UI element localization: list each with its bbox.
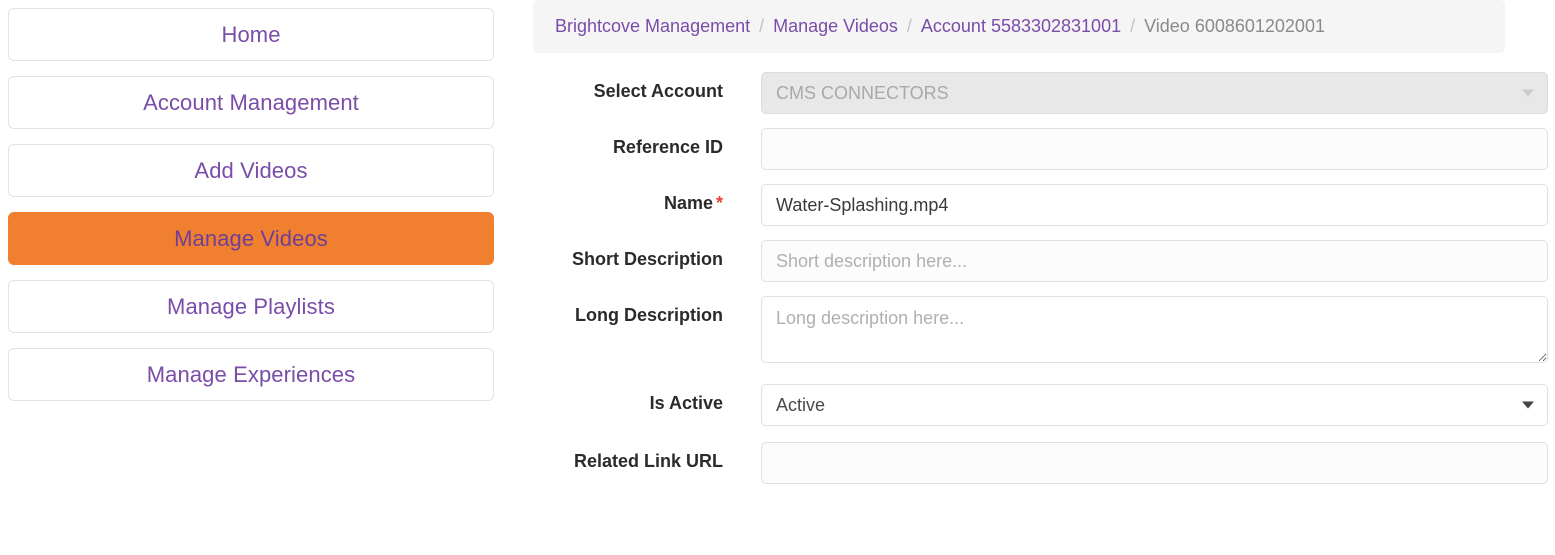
- sidebar-item-manage-videos[interactable]: Manage Videos: [8, 212, 494, 265]
- short-description-control: [761, 240, 1548, 282]
- reference-id-input[interactable]: [761, 128, 1548, 170]
- sidebar-item-label: Home: [221, 22, 280, 48]
- is-active-value: Active: [776, 395, 825, 416]
- form-row-name: Name*: [533, 184, 1548, 226]
- is-active-label: Is Active: [533, 384, 761, 415]
- name-label: Name*: [533, 184, 761, 215]
- breadcrumb-item-manage-videos[interactable]: Manage Videos: [773, 16, 898, 37]
- chevron-down-icon[interactable]: [1522, 402, 1534, 409]
- sidebar-item-label: Manage Videos: [174, 226, 328, 252]
- select-account-dropdown: CMS CONNECTORS: [761, 72, 1548, 114]
- select-account-label: Select Account: [533, 72, 761, 103]
- name-control: [761, 184, 1548, 226]
- related-link-url-label: Related Link URL: [533, 442, 761, 473]
- sidebar-item-label: Account Management: [143, 90, 359, 116]
- breadcrumb: Brightcove Management / Manage Videos / …: [533, 0, 1505, 53]
- chevron-down-icon: [1522, 90, 1534, 97]
- select-account-value: CMS CONNECTORS: [776, 83, 949, 104]
- breadcrumb-item-account[interactable]: Account 5583302831001: [921, 16, 1121, 37]
- form-row-reference-id: Reference ID: [533, 128, 1548, 170]
- form-row-long-description: Long Description: [533, 296, 1548, 368]
- name-input[interactable]: [761, 184, 1548, 226]
- breadcrumb-item-brightcove-management[interactable]: Brightcove Management: [555, 16, 750, 37]
- sidebar-item-manage-experiences[interactable]: Manage Experiences: [8, 348, 494, 401]
- app-page: Home Account Management Add Videos Manag…: [0, 0, 1555, 555]
- form-row-select-account: Select Account CMS CONNECTORS: [533, 72, 1548, 114]
- breadcrumb-item-video-current: Video 6008601202001: [1144, 16, 1325, 37]
- reference-id-control: [761, 128, 1548, 170]
- required-asterisk: *: [716, 193, 723, 213]
- breadcrumb-separator: /: [759, 16, 764, 37]
- video-edit-form: Select Account CMS CONNECTORS Reference …: [533, 72, 1548, 498]
- reference-id-label: Reference ID: [533, 128, 761, 159]
- sidebar-item-account-management[interactable]: Account Management: [8, 76, 494, 129]
- sidebar-item-home[interactable]: Home: [8, 8, 494, 61]
- related-link-url-input[interactable]: [761, 442, 1548, 484]
- short-description-label: Short Description: [533, 240, 761, 271]
- sidebar-item-label: Add Videos: [194, 158, 307, 184]
- breadcrumb-separator: /: [1130, 16, 1135, 37]
- short-description-input[interactable]: [761, 240, 1548, 282]
- form-row-is-active: Is Active Active: [533, 384, 1548, 426]
- form-row-related-link-url: Related Link URL: [533, 442, 1548, 484]
- breadcrumb-separator: /: [907, 16, 912, 37]
- select-account-control: CMS CONNECTORS: [761, 72, 1548, 114]
- sidebar-item-manage-playlists[interactable]: Manage Playlists: [8, 280, 494, 333]
- long-description-control: [761, 296, 1548, 368]
- is-active-dropdown[interactable]: Active: [761, 384, 1548, 426]
- related-link-url-control: [761, 442, 1548, 484]
- sidebar-item-label: Manage Playlists: [167, 294, 335, 320]
- sidebar-item-label: Manage Experiences: [147, 362, 355, 388]
- long-description-textarea[interactable]: [761, 296, 1548, 363]
- form-row-short-description: Short Description: [533, 240, 1548, 282]
- sidebar-nav: Home Account Management Add Videos Manag…: [8, 8, 494, 416]
- long-description-label: Long Description: [533, 296, 761, 327]
- sidebar-item-add-videos[interactable]: Add Videos: [8, 144, 494, 197]
- name-label-text: Name: [664, 193, 713, 213]
- is-active-control: Active: [761, 384, 1548, 426]
